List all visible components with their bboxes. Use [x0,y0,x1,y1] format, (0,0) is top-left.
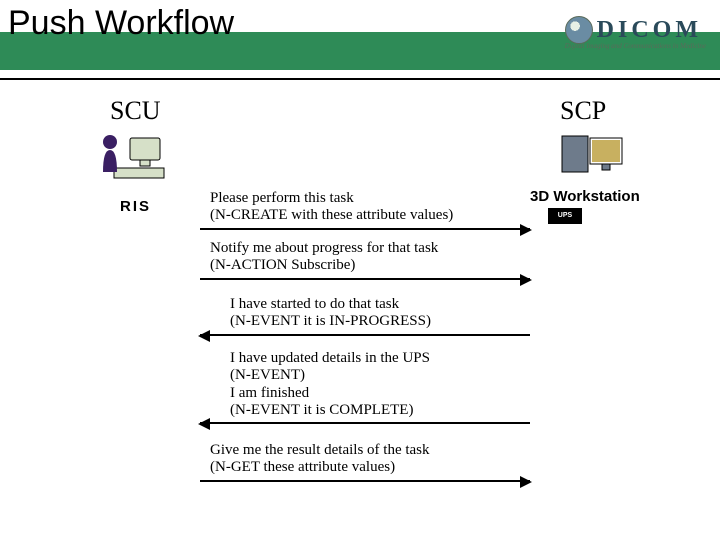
ris-label: RIS [120,198,151,215]
msg-inprogress: I have started to do that task(N-EVENT i… [230,296,520,331]
slide-header: Push Workflow DICOM Digital Imaging and … [0,0,720,80]
arrow-inprogress [200,334,530,336]
scp-heading: SCP [560,96,606,126]
diagram-stage: SCU SCP RIS 3D Workstation UPS Please pe… [0,80,720,542]
workstation-clipart-icon [560,132,624,180]
msg-complete: I have updated details in the UPS(N-EVEN… [230,350,520,419]
logo-text: DICOM [597,17,702,44]
ups-box: UPS [548,208,582,224]
globe-icon [565,16,593,44]
slide-title: Push Workflow [8,4,234,43]
msg-subscribe: Notify me about progress for that task(N… [210,240,520,275]
arrow-create [200,228,530,230]
workstation-label: 3D Workstation [530,188,640,205]
arrow-subscribe [200,278,530,280]
ris-clipart-icon [96,132,166,186]
arrow-get [200,480,530,482]
logo-subtitle: Digital Imaging and Communications in Me… [565,42,706,50]
arrow-complete [200,422,530,424]
scu-heading: SCU [110,96,161,126]
msg-create: Please perform this task(N-CREATE with t… [210,190,520,225]
dicom-logo: DICOM Digital Imaging and Communications… [565,16,706,50]
msg-get: Give me the result details of the task(N… [210,442,520,477]
